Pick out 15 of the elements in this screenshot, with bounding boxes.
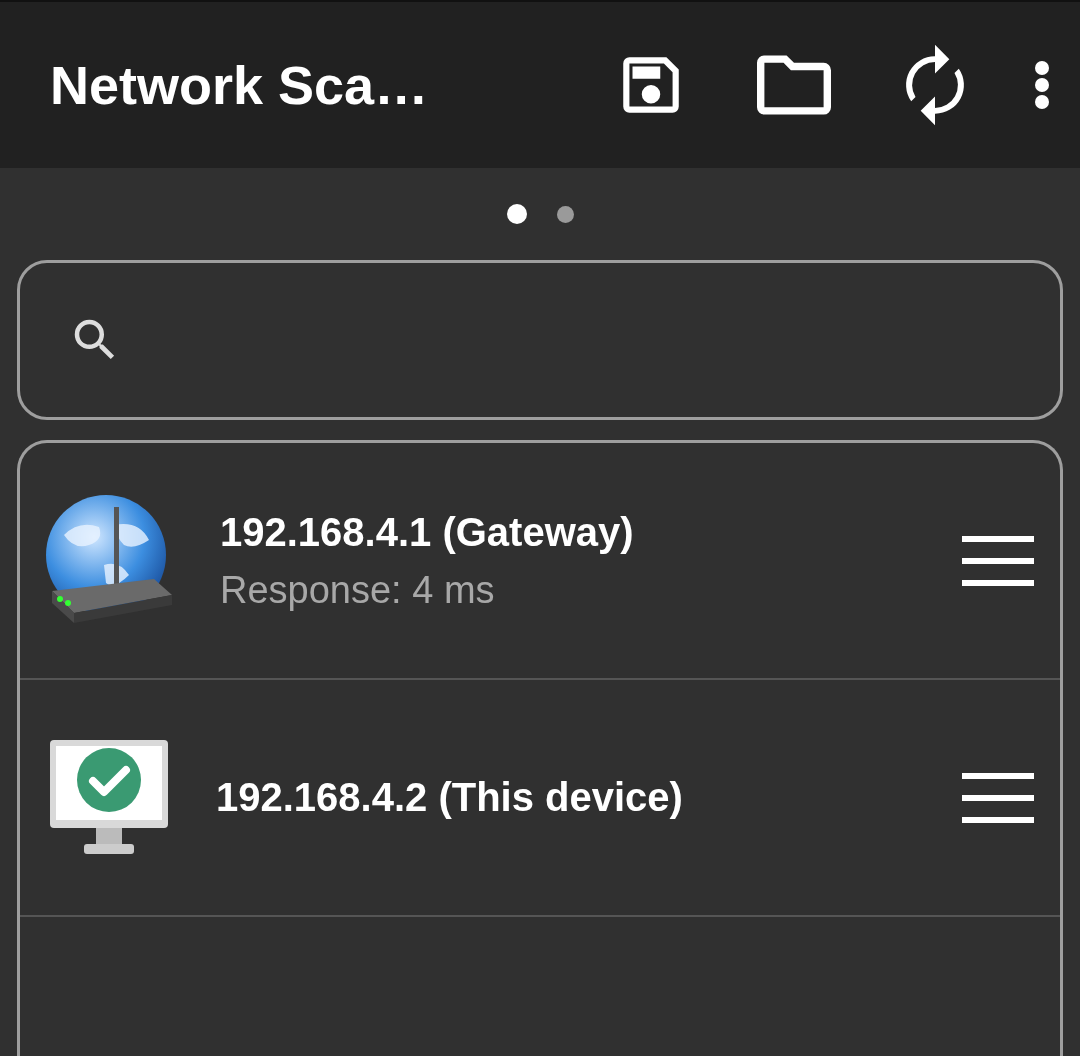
device-address: 192.168.4.1 (Gateway) (220, 509, 635, 555)
row-menu-button[interactable] (962, 772, 1034, 823)
app-title: Network Sca… (50, 54, 429, 116)
row-menu-button[interactable] (962, 535, 1034, 586)
search-field[interactable] (17, 260, 1063, 420)
response-time: Response: 4 ms (220, 568, 496, 612)
page-indicator-dot[interactable] (506, 204, 527, 224)
more-options-button[interactable] (1034, 60, 1050, 110)
device-address: 192.168.4.2 (This device) (216, 775, 684, 820)
menu-icon (962, 772, 1034, 823)
page-indicator-dot[interactable] (556, 205, 574, 223)
menu-icon (962, 535, 1034, 586)
more-vertical-icon (1034, 60, 1050, 110)
device-row[interactable]: 192.168.4.1 (Gateway) Response: 4 ms (20, 443, 1060, 680)
device-row[interactable]: 192.168.4.2 (This device) (20, 680, 1060, 917)
